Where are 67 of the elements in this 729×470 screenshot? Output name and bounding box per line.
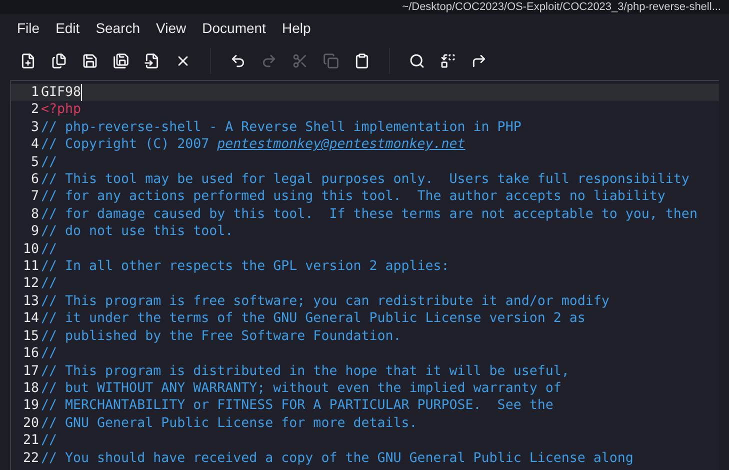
line-number: 22 (22, 450, 40, 467)
code-text: // This tool may be used for legal purposes only. Users take full responsibility (41, 171, 690, 188)
line-number: 19 (22, 397, 40, 415)
line-number: 8 (30, 206, 40, 224)
code-text: // (41, 240, 58, 258)
save-icon (82, 53, 98, 69)
documents-icon (51, 53, 67, 69)
scissors-icon (292, 53, 308, 69)
code-text: // published by the Free Software Foundation. (41, 328, 402, 346)
line-number: 17 (22, 362, 40, 380)
search-icon (409, 53, 425, 69)
code-text: // do not use this tool. (41, 223, 234, 241)
line-number: 6 (30, 171, 40, 188)
line-number: 4 (30, 136, 40, 154)
new-file-icon (20, 53, 36, 69)
undo-icon (230, 53, 246, 69)
menu-item[interactable]: Help (274, 18, 318, 38)
save-all-button[interactable] (111, 51, 131, 71)
line-number: 18 (22, 380, 40, 398)
code-text: // (41, 345, 58, 362)
code-text: // php-reverse-shell - A Reverse Shell implementation in PHP (41, 118, 522, 136)
line-number: 12 (22, 275, 40, 293)
line-number: 20 (22, 414, 40, 432)
line-number: 1 (30, 84, 40, 102)
code-text: GIF98 (41, 84, 82, 102)
line-number: 9 (30, 223, 40, 241)
line-number: 10 (22, 240, 40, 258)
code-text: // but WITHOUT ANY WARRANTY; without even the implied warranty of (41, 380, 562, 398)
code-text: // for damage caused by this tool. If these terms are not acceptable to you, then (41, 206, 698, 224)
code-text: // (41, 275, 58, 293)
line-number: 16 (22, 345, 40, 362)
code-text: // (41, 154, 58, 172)
menu-item[interactable]: Edit (48, 18, 87, 38)
code-text: // for any actions performed using this tool. The author accepts no liability (41, 188, 666, 206)
save-all-icon (113, 53, 129, 69)
line-number: 21 (22, 432, 40, 450)
code-text: // MERCHANTABILITY or FITNESS FOR A PARTICULAR PURPOSE. See the (41, 397, 554, 415)
code-text: // GNU General Public License for more details. (41, 414, 418, 432)
code-text: <?php (41, 101, 82, 119)
menu-item[interactable]: File (10, 18, 47, 38)
jump-arrow-icon (471, 53, 487, 69)
line-number: 14 (22, 310, 40, 328)
window-title: ~/Desktop/COC2023/OS-Exploit/COC2023_3/php-reverse-shell... (402, 0, 721, 14)
menu-item[interactable]: View (149, 18, 194, 38)
menu-item[interactable]: Document (195, 18, 273, 38)
code-text: // it under the terms of the GNU General Public License version 2 as (41, 310, 586, 328)
code-text: // You should have received a copy of the GNU General Public License along (41, 450, 634, 467)
copy-icon (323, 53, 339, 69)
line-number: 7 (30, 188, 40, 206)
replace-icon (440, 53, 456, 69)
code-text: // This program is free software; you can redistribute it and/or modify (41, 292, 610, 310)
line-number: 11 (22, 258, 40, 276)
clipboard-icon (354, 53, 370, 69)
line-number: 15 (22, 328, 40, 346)
menu-item[interactable]: Search (88, 18, 148, 38)
line-number: 13 (22, 292, 40, 310)
line-number: 3 (30, 118, 40, 136)
code-text: // Copyright (C) 2007 (41, 136, 210, 154)
text-cursor (81, 84, 82, 102)
line-number: 5 (30, 154, 40, 172)
code-text: // In all other respects the GPL version 2 applies: (41, 258, 450, 276)
line-number: 2 (30, 101, 40, 119)
code-text: // (41, 432, 58, 450)
code-text: // This program is distributed in the hope that it will be useful, (41, 362, 570, 380)
email-link[interactable]: pentestmonkey@pentestmonkey.net (217, 136, 466, 154)
file-arrow-icon (144, 53, 160, 69)
redo-icon (261, 53, 277, 69)
